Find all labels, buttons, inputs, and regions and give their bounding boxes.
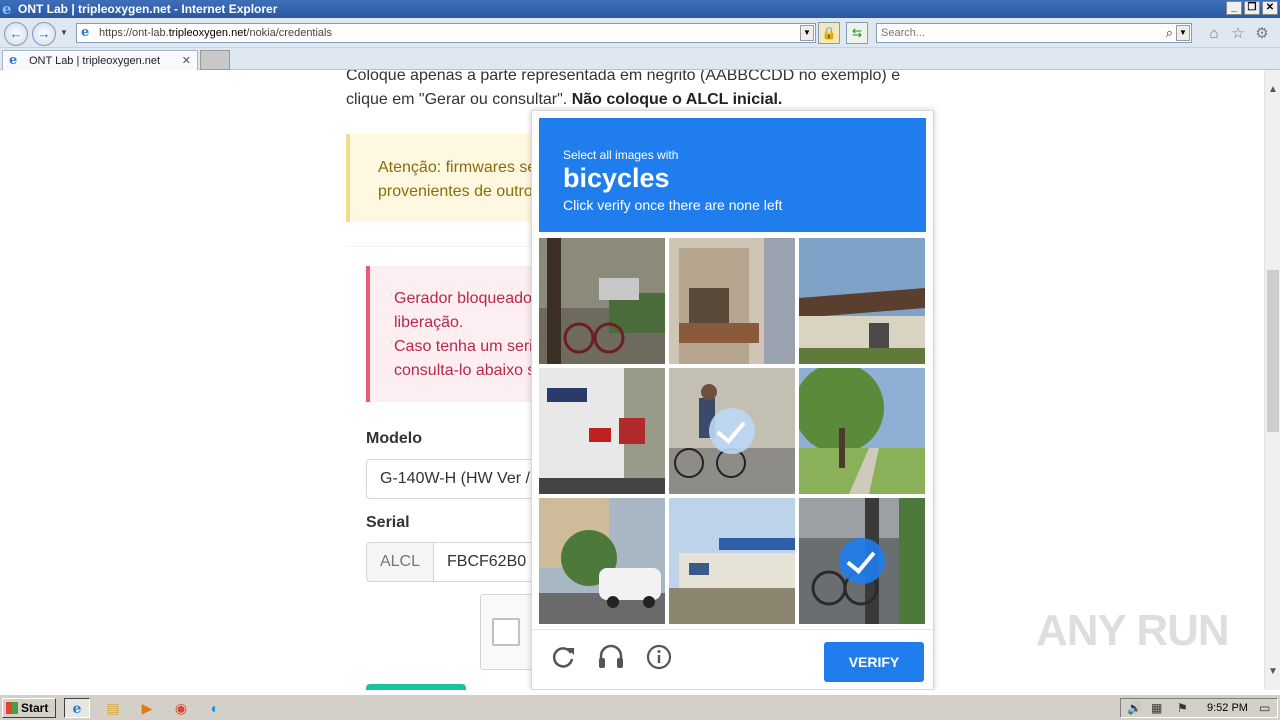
tab-close-icon[interactable]: ✕ [182, 54, 191, 67]
captcha-challenge: Select all images with bicycles Click ve… [531, 110, 934, 690]
serial-label: Serial [366, 514, 410, 531]
taskbar-edge-icon[interactable]: ◐ [202, 698, 228, 718]
captcha-instruction: Click verify once there are none left [563, 197, 783, 213]
search-icon[interactable]: ⌕ [1166, 25, 1173, 41]
close-window-button[interactable]: ✕ [1262, 1, 1278, 15]
vertical-scrollbar[interactable]: ▲ ▼ [1264, 70, 1280, 690]
search-box[interactable]: ⌕ ▼ [876, 23, 1192, 43]
home-icon[interactable]: ⌂ [1204, 24, 1224, 44]
scroll-up-icon[interactable]: ▲ [1268, 84, 1278, 95]
taskbar-media-icon[interactable]: ▶ [134, 698, 160, 718]
search-input[interactable] [881, 26, 1151, 40]
tab-page-icon: e [9, 53, 18, 68]
model-label: Modelo [366, 430, 422, 447]
lock-icon[interactable]: 🔒 [818, 22, 840, 44]
refresh-challenge-icon[interactable] [548, 642, 578, 672]
tab-bar: e ONT Lab | tripleoxygen.net ✕ [0, 48, 1280, 70]
scrollbar-thumb[interactable] [1267, 270, 1279, 432]
tile-bus[interactable] [539, 368, 665, 494]
taskbar-chrome-icon[interactable]: ◉ [168, 698, 194, 718]
page-icon: e [81, 25, 90, 40]
window-title-bar: e ONT Lab | tripleoxygen.net - Internet … [0, 0, 1280, 18]
window-title: ONT Lab | tripleoxygen.net - Internet Ex… [18, 2, 278, 16]
tab-ont-lab[interactable]: e ONT Lab | tripleoxygen.net ✕ [2, 50, 198, 70]
restore-button[interactable]: ❐ [1244, 1, 1260, 15]
show-desktop-icon[interactable]: ▭ [1259, 701, 1270, 715]
volume-icon[interactable]: 🔊 [1127, 701, 1142, 715]
clock: 9:52 PM [1207, 702, 1248, 714]
windows-logo-icon [6, 702, 18, 714]
verify-button[interactable]: VERIFY [824, 642, 924, 682]
captcha-prompt: Select all images with [563, 148, 679, 162]
tile-house-roof[interactable] [799, 238, 925, 364]
captcha-prompt-header: Select all images with bicycles Click ve… [539, 118, 926, 232]
system-tray: 🔊 ▦ ⚑ 9:52 PM ▭ [1120, 698, 1278, 718]
taskbar-explorer-icon[interactable]: ▤ [100, 698, 126, 718]
audio-challenge-icon[interactable] [596, 642, 626, 672]
new-tab-button[interactable] [200, 50, 230, 70]
info-icon[interactable] [644, 642, 674, 672]
scroll-down-icon[interactable]: ▼ [1268, 666, 1278, 677]
tile-building-sky[interactable] [669, 498, 795, 624]
tab-label: ONT Lab | tripleoxygen.net [29, 55, 161, 67]
settings-gear-icon[interactable]: ⚙ [1252, 24, 1272, 44]
captcha-subject: bicycles [563, 163, 670, 193]
tile-street-car[interactable] [539, 498, 665, 624]
tile-bicycle-pole[interactable] [799, 498, 925, 624]
generate-button[interactable] [366, 684, 466, 690]
tile-tree-sidewalk[interactable] [799, 368, 925, 494]
serial-prefix: ALCL [366, 542, 434, 582]
selected-check-icon [709, 408, 755, 454]
minimize-button[interactable]: _ [1226, 1, 1242, 15]
captcha-footer: VERIFY [532, 629, 933, 689]
captcha-checkbox[interactable] [492, 618, 520, 646]
forward-button[interactable]: → [32, 22, 56, 46]
tile-cyclist-road[interactable] [669, 368, 795, 494]
internet-explorer-icon: e [2, 0, 12, 18]
search-dropdown-icon[interactable]: ▼ [1176, 25, 1190, 41]
taskbar-ie-icon[interactable]: e [64, 698, 90, 718]
url-text[interactable]: https://ont-lab.tripleoxygen.net/nokia/c… [99, 27, 332, 39]
network-icon[interactable]: ▦ [1151, 701, 1162, 715]
navigation-bar: ← → ▼ e https://ont-lab.tripleoxygen.net… [0, 18, 1280, 48]
history-dropdown-icon[interactable]: ▼ [60, 28, 68, 37]
taskbar: Start e ▤ ▶ ◉ ◐ 🔊 ▦ ⚑ 9:52 PM ▭ [0, 694, 1280, 720]
tile-bicycle-street[interactable] [539, 238, 665, 364]
favorites-star-icon[interactable]: ☆ [1228, 24, 1248, 44]
address-dropdown-icon[interactable]: ▼ [800, 25, 814, 41]
tile-balcony[interactable] [669, 238, 795, 364]
intro-paragraph: Coloque apenas a parte representada em n… [346, 70, 901, 108]
back-button[interactable]: ← [4, 22, 28, 46]
anyrun-watermark: ANY RUN [1036, 606, 1230, 655]
address-bar[interactable]: e https://ont-lab.tripleoxygen.net/nokia… [76, 23, 816, 43]
page-viewport: Coloque apenas a parte representada em n… [0, 70, 1264, 690]
action-center-flag-icon[interactable]: ⚑ [1177, 701, 1188, 715]
start-button[interactable]: Start [2, 698, 56, 718]
selected-check-icon [839, 538, 885, 584]
refresh-button[interactable]: ⇆ [846, 22, 868, 44]
